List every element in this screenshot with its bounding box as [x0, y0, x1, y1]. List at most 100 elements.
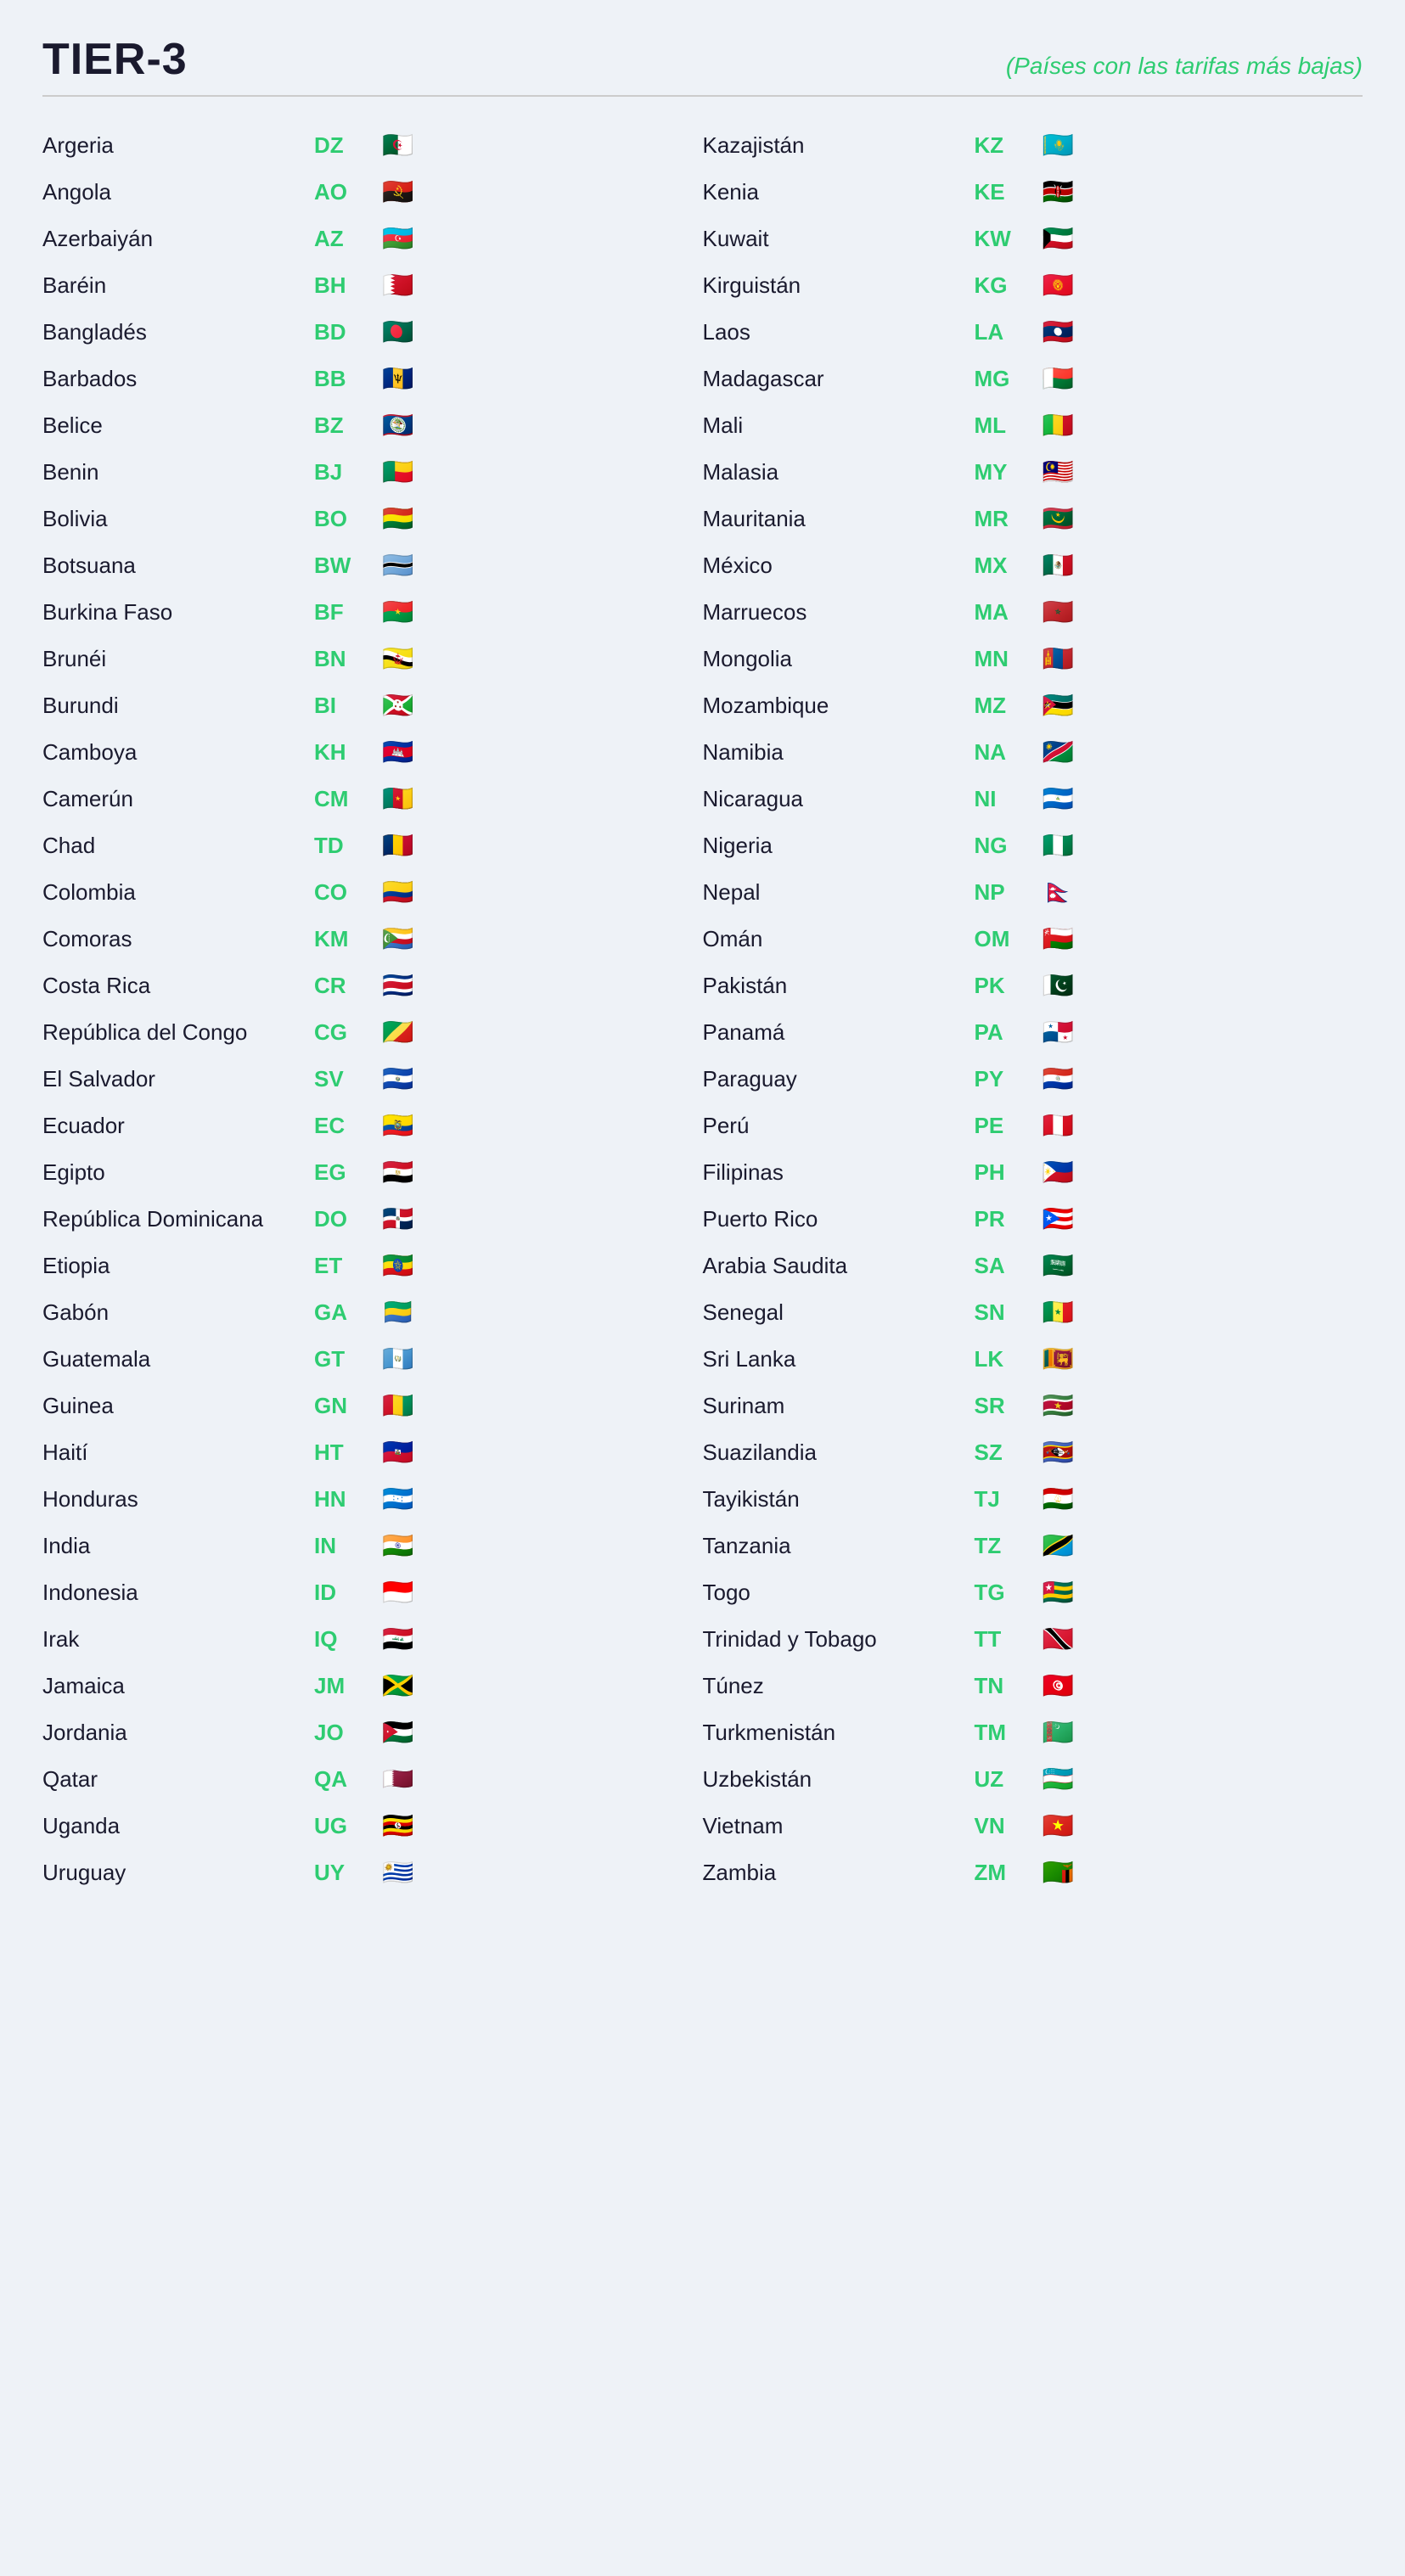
country-name: Arabia Saudita [703, 1253, 975, 1279]
list-item: Uganda UG 🇺🇬 [42, 1803, 703, 1849]
country-name: Madagascar [703, 366, 975, 392]
country-name: México [703, 553, 975, 579]
country-name: Nepal [703, 879, 975, 906]
list-item: Uzbekistán UZ 🇺🇿 [703, 1756, 1363, 1803]
country-code: AO [314, 179, 382, 205]
country-flag: 🇧🇮 [382, 691, 424, 721]
country-code: DO [314, 1206, 382, 1232]
country-code: BD [314, 319, 382, 345]
country-name: Qatar [42, 1766, 314, 1793]
country-flag: 🇩🇴 [382, 1204, 424, 1234]
country-code: CG [314, 1019, 382, 1046]
list-item: Kuwait KW 🇰🇼 [703, 216, 1363, 262]
country-flag: 🇶🇦 [382, 1765, 424, 1794]
country-flag: 🇳🇮 [1043, 784, 1085, 814]
country-code: JO [314, 1720, 382, 1746]
list-item: Filipinas PH 🇵🇭 [703, 1149, 1363, 1196]
country-code: MY [975, 459, 1043, 485]
country-flag: 🇰🇬 [1043, 271, 1085, 300]
country-code: CR [314, 973, 382, 999]
list-item: Mauritania MR 🇲🇷 [703, 496, 1363, 542]
country-code: GT [314, 1346, 382, 1372]
country-flag: 🇧🇿 [382, 411, 424, 441]
country-flag: 🇸🇿 [1043, 1438, 1085, 1468]
country-code: UY [314, 1860, 382, 1886]
country-code: NA [975, 739, 1043, 766]
country-flag: 🇵🇾 [1043, 1064, 1085, 1094]
country-flag: 🇳🇵 [1043, 878, 1085, 907]
country-name: Nicaragua [703, 786, 975, 812]
list-item: Mali ML 🇲🇱 [703, 402, 1363, 449]
country-flag: 🇹🇳 [1043, 1671, 1085, 1701]
country-code: BO [314, 506, 382, 532]
country-flag: 🇯🇲 [382, 1671, 424, 1701]
country-code: ID [314, 1580, 382, 1606]
country-flag: 🇬🇳 [382, 1391, 424, 1421]
country-flag: 🇨🇴 [382, 878, 424, 907]
list-item: Angola AO 🇦🇴 [42, 169, 703, 216]
country-flag: 🇨🇬 [382, 1018, 424, 1047]
country-code: BI [314, 693, 382, 719]
country-flag: 🇹🇿 [1043, 1531, 1085, 1561]
country-flag: 🇰🇭 [382, 738, 424, 767]
country-name: Marruecos [703, 599, 975, 626]
country-name: República Dominicana [42, 1206, 314, 1232]
country-flag: 🇵🇪 [1043, 1111, 1085, 1141]
country-name: Túnez [703, 1673, 975, 1699]
country-flag: 🇲🇽 [1043, 551, 1085, 581]
country-flag: 🇲🇱 [1043, 411, 1085, 441]
country-code: SR [975, 1393, 1043, 1419]
list-item: Puerto Rico PR 🇵🇷 [703, 1196, 1363, 1243]
country-name: Paraguay [703, 1066, 975, 1092]
country-name: Belice [42, 412, 314, 439]
list-item: Guatemala GT 🇬🇹 [42, 1336, 703, 1383]
country-code: GA [314, 1299, 382, 1326]
list-item: Belice BZ 🇧🇿 [42, 402, 703, 449]
country-flag: 🇹🇯 [1043, 1484, 1085, 1514]
list-item: Paraguay PY 🇵🇾 [703, 1056, 1363, 1103]
country-code: SV [314, 1066, 382, 1092]
country-name: Comoras [42, 926, 314, 952]
country-code: ZM [975, 1860, 1043, 1886]
country-name: Brunéi [42, 646, 314, 672]
country-code: MN [975, 646, 1043, 672]
country-flag: 🇧🇫 [382, 598, 424, 627]
list-item: Suazilandia SZ 🇸🇿 [703, 1429, 1363, 1476]
list-item: República del Congo CG 🇨🇬 [42, 1009, 703, 1056]
list-item: Surinam SR 🇸🇷 [703, 1383, 1363, 1429]
list-item: Turkmenistán TM 🇹🇲 [703, 1709, 1363, 1756]
country-flag: 🇧🇼 [382, 551, 424, 581]
country-flag: 🇨🇷 [382, 971, 424, 1001]
list-item: Haití HT 🇭🇹 [42, 1429, 703, 1476]
country-code: KE [975, 179, 1043, 205]
country-code: MA [975, 599, 1043, 626]
country-name: Kenia [703, 179, 975, 205]
list-item: Etiopia ET 🇪🇹 [42, 1243, 703, 1289]
list-item: Botsuana BW 🇧🇼 [42, 542, 703, 589]
list-item: Comoras KM 🇰🇲 [42, 916, 703, 962]
country-flag: 🇬🇹 [382, 1344, 424, 1374]
country-name: Suazilandia [703, 1440, 975, 1466]
country-name: Omán [703, 926, 975, 952]
country-flag: 🇪🇹 [382, 1251, 424, 1281]
country-name: Bolivia [42, 506, 314, 532]
list-item: Sri Lanka LK 🇱🇰 [703, 1336, 1363, 1383]
country-code: PH [975, 1159, 1043, 1186]
country-name: Togo [703, 1580, 975, 1606]
country-flag: 🇱🇰 [1043, 1344, 1085, 1374]
country-code: TD [314, 833, 382, 859]
country-name: Camerún [42, 786, 314, 812]
list-item: Azerbaiyán AZ 🇦🇿 [42, 216, 703, 262]
country-name: Vietnam [703, 1813, 975, 1839]
country-code: SA [975, 1253, 1043, 1279]
list-item: Laos LA 🇱🇦 [703, 309, 1363, 356]
country-code: LK [975, 1346, 1043, 1372]
list-item: Nicaragua NI 🇳🇮 [703, 776, 1363, 822]
list-item: Burkina Faso BF 🇧🇫 [42, 589, 703, 636]
country-code: QA [314, 1766, 382, 1793]
country-flag: 🇩🇿 [382, 131, 424, 160]
country-flag: 🇧🇭 [382, 271, 424, 300]
country-code: NP [975, 879, 1043, 906]
country-name: Etiopia [42, 1253, 314, 1279]
country-code: IQ [314, 1626, 382, 1653]
